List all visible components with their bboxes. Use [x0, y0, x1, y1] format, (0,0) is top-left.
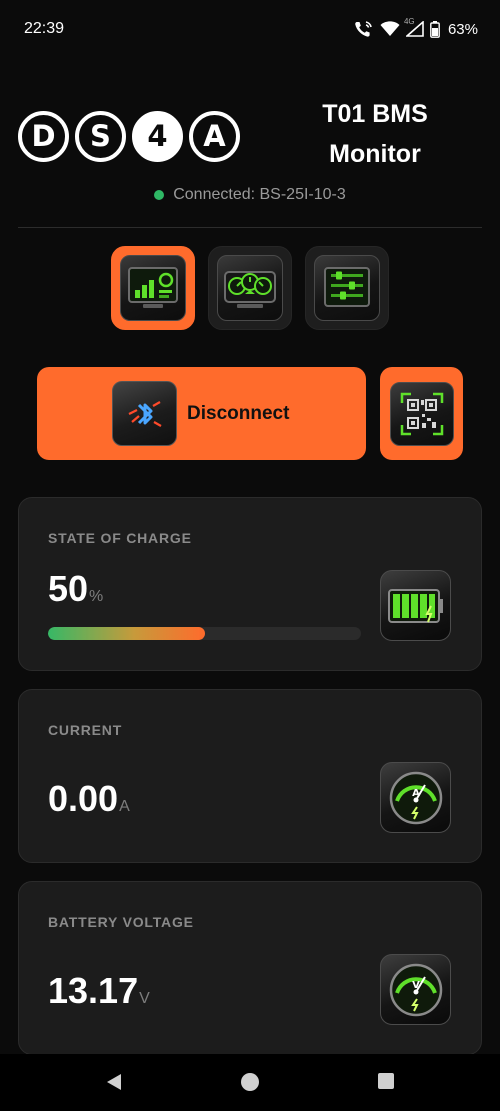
battery-level-icon — [380, 570, 451, 641]
qr-scan-button[interactable] — [380, 367, 463, 460]
status-icons: 4G 63% — [354, 17, 478, 40]
voltage-label: BATTERY VOLTAGE — [48, 914, 194, 930]
tab-gauges[interactable] — [208, 246, 292, 330]
status-time: 22:39 — [24, 20, 65, 37]
wifi-calling-icon — [354, 20, 374, 38]
recents-icon[interactable] — [377, 1072, 395, 1095]
back-icon[interactable] — [104, 1072, 124, 1097]
current-label: CURRENT — [48, 722, 123, 738]
soc-progress-fill — [48, 627, 205, 640]
app-title-line1: T01 BMS — [322, 100, 428, 128]
current-value: 0.00 A — [48, 778, 130, 820]
wifi-icon — [380, 21, 400, 37]
system-navigation-bar — [0, 1054, 500, 1111]
tab-dashboard[interactable] — [111, 246, 195, 330]
soc-progress-track — [48, 627, 361, 640]
battery-percentage: 63% — [447, 20, 478, 38]
network-type-label: 4G — [403, 17, 415, 26]
signal-4g-icon: 4G — [404, 17, 424, 37]
app-title: T01 BMS Monitor — [290, 94, 460, 174]
home-icon[interactable] — [240, 1072, 260, 1097]
voltage-unit: V — [139, 990, 150, 1007]
logo-letter-s: S — [75, 111, 126, 162]
battery-voltage-card: BATTERY VOLTAGE 13.17 V V — [18, 881, 482, 1055]
soc-value: 50 % — [48, 568, 103, 610]
logo-letter-a: A — [189, 111, 240, 162]
gauges-panel-icon — [217, 255, 283, 321]
dashboard-monitor-icon — [120, 255, 186, 321]
current-unit: A — [119, 798, 130, 815]
current-number: 0.00 — [48, 778, 119, 819]
state-of-charge-card: STATE OF CHARGE 50 % — [18, 497, 482, 671]
tab-settings[interactable] — [305, 246, 389, 330]
ammeter-gauge-icon: A — [380, 762, 451, 833]
app-title-line2: Monitor — [329, 140, 421, 168]
connection-status: Connected: BS-25I-10-3 — [0, 186, 500, 204]
soc-unit: % — [89, 588, 104, 605]
voltage-number: 13.17 — [48, 970, 139, 1011]
header-divider — [18, 227, 482, 228]
disconnect-label: Disconnect — [187, 402, 290, 424]
soc-number: 50 — [48, 568, 89, 609]
svg-text:A: A — [412, 788, 420, 799]
soc-label: STATE OF CHARGE — [48, 530, 192, 546]
sliders-settings-icon — [314, 255, 380, 321]
status-bar: 22:39 4G 63% — [0, 0, 500, 58]
voltage-value: 13.17 V — [48, 970, 150, 1012]
brand-logo: D S 4 A — [18, 111, 240, 165]
battery-icon — [430, 20, 440, 38]
logo-letter-d: D — [18, 111, 69, 162]
bluetooth-icon — [112, 381, 177, 446]
current-card: CURRENT 0.00 A A — [18, 689, 482, 863]
logo-letter-4: 4 — [132, 111, 183, 162]
qr-code-icon — [389, 381, 454, 446]
connected-indicator-dot — [154, 190, 165, 200]
disconnect-button[interactable]: Disconnect — [37, 367, 366, 460]
svg-text:V: V — [412, 980, 420, 991]
voltmeter-gauge-icon: V — [380, 954, 451, 1025]
connection-status-text: Connected: BS-25I-10-3 — [173, 186, 346, 203]
nav-tabs — [111, 246, 389, 330]
